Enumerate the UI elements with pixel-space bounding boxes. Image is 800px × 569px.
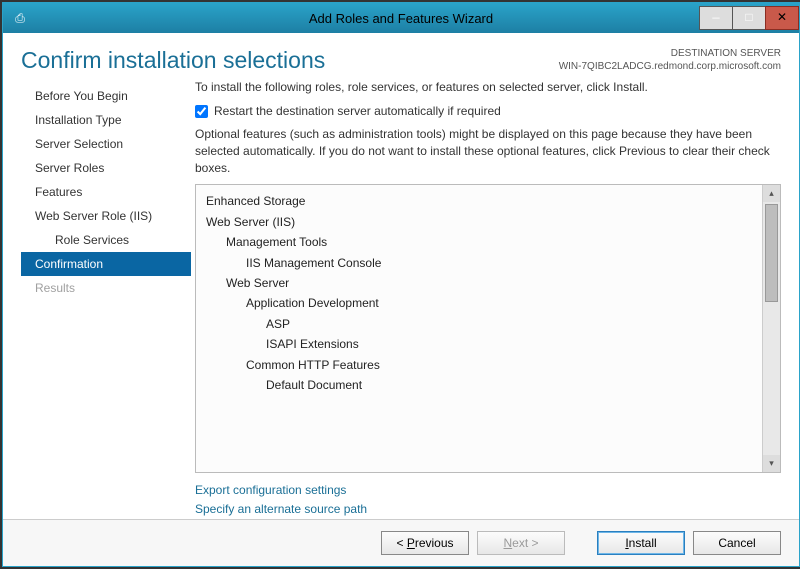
feature-item: ASP	[206, 314, 752, 334]
titlebar[interactable]: ⎙ Add Roles and Features Wizard — □ ✕	[3, 3, 799, 33]
wizard-step-server-selection[interactable]: Server Selection	[21, 132, 191, 156]
server-manager-icon: ⎙	[7, 5, 33, 31]
selected-features-list[interactable]: Enhanced StorageWeb Server (IIS)Manageme…	[196, 185, 762, 471]
feature-item: Application Development	[206, 293, 752, 313]
scroll-down-icon[interactable]: ▾	[763, 455, 780, 472]
wizard-step-server-roles[interactable]: Server Roles	[21, 156, 191, 180]
restart-checkbox[interactable]	[195, 105, 208, 118]
restart-checkbox-label: Restart the destination server automatic…	[214, 104, 501, 118]
window-buttons: — □ ✕	[700, 7, 799, 30]
previous-button[interactable]: < Previous	[381, 531, 469, 555]
next-button: Next >	[477, 531, 565, 555]
window-title: Add Roles and Features Wizard	[3, 11, 799, 26]
wizard-step-web-server-role-iis-[interactable]: Web Server Role (IIS)	[21, 204, 191, 228]
optional-features-text: Optional features (such as administratio…	[195, 126, 781, 176]
wizard-step-installation-type[interactable]: Installation Type	[21, 108, 191, 132]
wizard-window: ⎙ Add Roles and Features Wizard — □ ✕ Co…	[2, 2, 800, 567]
maximize-icon: □	[745, 11, 752, 25]
export-config-link[interactable]: Export configuration settings	[195, 483, 346, 497]
links-area: Export configuration settings Specify an…	[195, 481, 781, 519]
maximize-button[interactable]: □	[732, 6, 766, 30]
wizard-step-confirmation[interactable]: Confirmation	[21, 252, 191, 276]
wizard-step-role-services[interactable]: Role Services	[21, 228, 191, 252]
scroll-track[interactable]	[763, 304, 780, 454]
instruction-text: To install the following roles, role ser…	[195, 80, 781, 94]
install-button[interactable]: Install	[597, 531, 685, 555]
close-button[interactable]: ✕	[765, 6, 799, 30]
selected-features-box: Enhanced StorageWeb Server (IIS)Manageme…	[195, 184, 781, 472]
features-scrollbar[interactable]: ▴ ▾	[762, 185, 780, 471]
wizard-steps-sidebar: Before You BeginInstallation TypeServer …	[21, 80, 191, 519]
scroll-up-icon[interactable]: ▴	[763, 185, 780, 202]
feature-item: Web Server (IIS)	[206, 212, 752, 232]
restart-checkbox-row[interactable]: Restart the destination server automatic…	[195, 104, 781, 118]
wizard-body: Confirm installation selections DESTINAT…	[3, 33, 799, 519]
scroll-thumb[interactable]	[765, 204, 778, 302]
destination-server-block: DESTINATION SERVER WIN-7QIBC2LADCG.redmo…	[559, 47, 781, 73]
wizard-step-features[interactable]: Features	[21, 180, 191, 204]
close-icon: ✕	[777, 10, 787, 25]
wizard-footer: < Previous Next > Install Cancel	[3, 519, 799, 566]
minimize-button[interactable]: —	[699, 6, 733, 30]
alternate-source-link[interactable]: Specify an alternate source path	[195, 502, 367, 516]
feature-item: ISAPI Extensions	[206, 334, 752, 354]
feature-item: Web Server	[206, 273, 752, 293]
cancel-button[interactable]: Cancel	[693, 531, 781, 555]
destination-server-name: WIN-7QIBC2LADCG.redmond.corp.microsoft.c…	[559, 60, 781, 73]
wizard-step-results: Results	[21, 276, 191, 300]
wizard-step-before-you-begin[interactable]: Before You Begin	[21, 84, 191, 108]
feature-item: Common HTTP Features	[206, 355, 752, 375]
minimize-icon: —	[712, 11, 719, 25]
feature-item: IIS Management Console	[206, 253, 752, 273]
content-pane: To install the following roles, role ser…	[191, 80, 781, 519]
feature-item: Management Tools	[206, 232, 752, 252]
page-title: Confirm installation selections	[21, 47, 559, 74]
feature-item: Default Document	[206, 375, 752, 395]
destination-label: DESTINATION SERVER	[559, 47, 781, 60]
feature-item: Enhanced Storage	[206, 191, 752, 211]
